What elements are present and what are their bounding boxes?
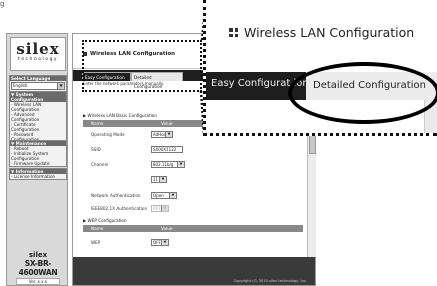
chevron-down-icon: ▼	[161, 240, 168, 245]
ssid-value: SX00X1122	[153, 147, 177, 152]
silex-logo: silex technology	[10, 37, 66, 71]
ieee8021x-value: OFF	[153, 206, 161, 211]
wep-config-section-title[interactable]: ▶ WEP Configuration	[83, 218, 127, 223]
channel-standard-value: 802.11b/g	[153, 162, 174, 167]
basic-config-section-title[interactable]: ▶ Wireless LAN Basic Configuration	[83, 113, 157, 118]
model-name: SX-BR-4600WAN	[18, 259, 58, 277]
operating-mode-value: AdHoc	[153, 132, 166, 137]
channel-label: Channel	[91, 162, 109, 167]
copyright-text: Copyright (C) 2010 silex technology, Inc…	[233, 279, 307, 283]
system-config-header[interactable]: ▼ System Configuration	[10, 92, 66, 102]
information-section: ▼ Information - License Information	[9, 168, 67, 180]
language-section: Select Language English ▼	[9, 75, 67, 92]
network-auth-value: Open	[153, 193, 164, 198]
language-select[interactable]: English ▼	[11, 82, 65, 90]
brand-name: silex	[28, 251, 48, 259]
title-grid-icon	[229, 28, 238, 37]
network-auth-select[interactable]: Open ▼	[151, 192, 177, 199]
value-column-header: Value	[161, 121, 173, 126]
network-auth-label: Network Authentication	[91, 193, 141, 198]
channel-number-select[interactable]: 11 ▼	[151, 176, 167, 183]
language-select-value: English	[13, 83, 28, 88]
name-column-header: Name	[91, 121, 104, 126]
brand-box: silex SX-BR-4600WAN Ver. x.x.x	[10, 247, 66, 285]
language-header: Select Language	[10, 76, 66, 81]
value-column-header: Value	[161, 226, 173, 231]
version-label: Ver. x.x.x	[16, 278, 60, 285]
wep-config-table-header: Name Value	[83, 225, 303, 232]
ssid-input[interactable]: SX00X1122	[151, 146, 183, 153]
zoomed-page-title: Wireless LAN Configuration	[244, 25, 415, 40]
highlight-ellipse	[288, 62, 437, 124]
footer-bar: Copyright (C) 2010 silex technology, Inc…	[73, 257, 315, 285]
system-config-section: ▼ System Configuration - Wireless LAN Co…	[9, 91, 67, 143]
chevron-down-icon: ▼	[161, 206, 168, 211]
channel-standard-select[interactable]: 802.11b/g ▼	[151, 161, 185, 168]
wep-label: WEP	[91, 240, 101, 245]
logo-tagline: technology	[18, 57, 58, 62]
top-note: g	[0, 0, 5, 8]
maintenance-section: ▼ Maintenance - Reboot - Initialize Syst…	[9, 140, 67, 167]
wep-value: OFF	[153, 240, 161, 245]
operating-mode-label: Operating Mode	[91, 132, 125, 137]
wep-select[interactable]: OFF ▼	[151, 239, 169, 246]
operating-mode-select[interactable]: AdHoc ▼	[151, 131, 173, 138]
chevron-down-icon: ▼	[57, 83, 64, 89]
ieee8021x-label: IEEE802.1X Authentication	[91, 206, 148, 211]
chevron-down-icon: ▼	[177, 162, 184, 167]
sidebar-item-license[interactable]: - License Information	[10, 174, 66, 179]
chevron-down-icon: ▼	[165, 132, 172, 137]
chevron-down-icon: ▼	[169, 193, 176, 198]
logo-wordmark: silex	[16, 40, 60, 58]
ieee8021x-select[interactable]: OFF ▼	[151, 205, 169, 212]
channel-number-value: 11	[153, 177, 159, 182]
ssid-label: SSID	[91, 147, 101, 152]
sidebar-item-firmware-update[interactable]: - Firmware Update	[10, 161, 66, 166]
sidebar: silex technology Select Language English…	[6, 33, 68, 286]
chevron-down-icon: ▼	[159, 177, 166, 182]
name-column-header: Name	[91, 226, 104, 231]
